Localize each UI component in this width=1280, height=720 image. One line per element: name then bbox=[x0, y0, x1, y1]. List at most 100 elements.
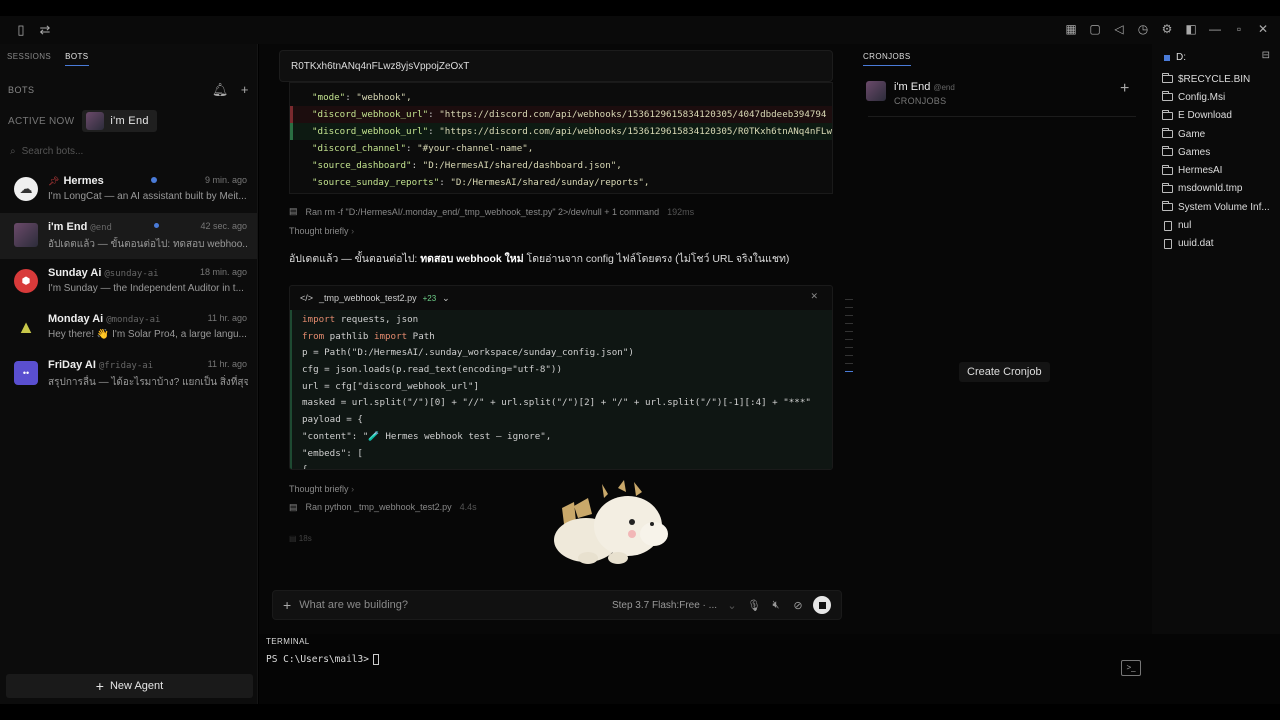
bot-preview: Hey there! 👋 I'm Solar Pro4, a large lan… bbox=[48, 329, 247, 340]
bot-time: 11 hr. ago bbox=[207, 313, 247, 323]
bot-name: Sunday Ai bbox=[48, 267, 102, 279]
message-composer: + What are we building? Step 3.7 Flash:F… bbox=[272, 590, 842, 620]
new-agent-button[interactable]: + New Agent bbox=[6, 674, 253, 698]
thought-toggle[interactable]: Thought briefly › bbox=[289, 226, 354, 236]
folder-icon bbox=[1162, 91, 1173, 102]
bot-item-hermes[interactable]: ☁ 📌︎ Hermes 9 min. ago I'm LongCat — an A… bbox=[0, 167, 257, 213]
thought-toggle[interactable]: Thought briefly › bbox=[289, 484, 354, 494]
diff-line-added: "discord_webhook_url": "https://discord.… bbox=[290, 123, 832, 140]
diff-line: "discord_channel": "#your-channel-name", bbox=[312, 143, 534, 154]
folder-icon bbox=[1162, 164, 1173, 175]
avatar bbox=[86, 112, 105, 130]
chevron-right-icon: › bbox=[351, 226, 355, 236]
lines-added-badge: +23 bbox=[422, 293, 437, 303]
minimize-icon[interactable]: — bbox=[1208, 22, 1222, 36]
folder-item[interactable]: Games bbox=[1162, 143, 1270, 161]
add-bot-icon[interactable]: + bbox=[241, 82, 249, 98]
code-line: "content": "🧪 Hermes webhook test — igno… bbox=[302, 430, 552, 442]
clock-icon[interactable]: ◷ bbox=[1136, 22, 1150, 36]
code-edit-card: </> _tmp_webhook_test2.py +23 ⌄ ✕ import… bbox=[289, 285, 833, 470]
bot-item-im-end[interactable]: i'm End @end 42 sec. ago อัปเดตแล้ว — ขั้… bbox=[0, 213, 257, 259]
bot-name: Monday Ai bbox=[48, 313, 104, 325]
tab-bots[interactable]: BOTS bbox=[65, 52, 89, 66]
bot-item-monday-ai[interactable]: ▲ Monday Ai @monday-ai 11 hr. ago Hey the… bbox=[0, 305, 257, 351]
message-input[interactable]: What are we building? bbox=[299, 599, 604, 611]
root-drive[interactable]: D: bbox=[1164, 52, 1186, 63]
file-list: $RECYCLE.BIN Config.Msi E Download Game … bbox=[1162, 70, 1270, 253]
bot-search[interactable]: ⌕ Search bots... bbox=[0, 132, 257, 157]
folder-icon bbox=[1162, 73, 1173, 84]
minimap[interactable] bbox=[845, 299, 853, 379]
attach-icon[interactable]: + bbox=[283, 597, 291, 613]
chat-icon[interactable]: ▢ bbox=[1088, 22, 1102, 36]
bot-preview: สรุปการลื่น — ได้อะไรมาบ้าง? แยกเป็น สิ่… bbox=[48, 377, 248, 388]
terminal-icon: ▤ bbox=[289, 206, 298, 216]
gear-icon[interactable]: ⚙ bbox=[1160, 22, 1174, 36]
folder-item[interactable]: msdownld.tmp bbox=[1162, 180, 1270, 198]
add-cronjob-icon[interactable]: + bbox=[1120, 80, 1129, 98]
bot-item-sunday-ai[interactable]: ⬢ Sunday Ai @sunday-ai 18 min. ago I'm Su… bbox=[0, 259, 257, 305]
speaker-icon[interactable]: ◁ bbox=[1112, 22, 1126, 36]
tool-run-summary[interactable]: ▤ Ran python _tmp_webhook_test2.py 4.4s bbox=[289, 502, 477, 513]
folder-icon bbox=[1162, 109, 1173, 120]
folder-item[interactable]: System Volume Inf... bbox=[1162, 198, 1270, 216]
folder-item[interactable]: E Download bbox=[1162, 107, 1270, 125]
hover-tooltip: R0TKxh6tnANq4nFLwz8yjsVppojZeOxT bbox=[279, 50, 833, 82]
code-block: import requests, json from pathlib impor… bbox=[290, 310, 832, 469]
chevron-down-icon[interactable]: ⌄ bbox=[725, 599, 739, 612]
config-diff: "mode": "webhook", "discord_webhook_url"… bbox=[289, 82, 833, 194]
stop-button[interactable] bbox=[813, 596, 831, 614]
bot-name: Hermes bbox=[63, 175, 104, 187]
close-icon[interactable]: ✕ bbox=[810, 291, 818, 302]
terminal-prompt[interactable]: PS C:\Users\mail3> bbox=[266, 654, 379, 665]
code-filename[interactable]: _tmp_webhook_test2.py bbox=[319, 293, 417, 303]
code-line: masked = url.split("/")[0] + "//" + url.… bbox=[302, 397, 811, 409]
file-item[interactable]: uuid.dat bbox=[1162, 235, 1270, 253]
search-input[interactable]: Search bots... bbox=[22, 146, 84, 157]
layout-icon[interactable]: ▦ bbox=[1064, 22, 1078, 36]
bot-list: ☁ 📌︎ Hermes 9 min. ago I'm LongCat — an A… bbox=[0, 167, 257, 397]
tab-sessions[interactable]: SESSIONS bbox=[7, 52, 51, 66]
microphone-icon[interactable]: 🎙︎ bbox=[747, 599, 761, 612]
tab-cronjobs[interactable]: CRONJOBS bbox=[863, 52, 911, 66]
folder-item[interactable]: $RECYCLE.BIN bbox=[1162, 70, 1270, 88]
chevron-right-icon: › bbox=[351, 484, 355, 494]
bell-icon[interactable]: 🔔︎ bbox=[212, 82, 229, 98]
cron-bot-name: i'm End bbox=[894, 81, 931, 93]
file-item[interactable]: nul bbox=[1162, 216, 1270, 234]
folder-item[interactable]: Config.Msi bbox=[1162, 88, 1270, 106]
create-cronjob-button[interactable]: Create Cronjob bbox=[959, 362, 1050, 382]
cron-bot-handle: @end bbox=[933, 83, 955, 92]
diff-line-removed: "discord_webhook_url": "https://discord.… bbox=[290, 106, 832, 123]
disable-icon[interactable]: ⊘ bbox=[791, 599, 805, 612]
terminal-panel[interactable]: TERMINAL PS C:\Users\mail3> >_ bbox=[259, 634, 1280, 704]
bot-handle: @sunday-ai bbox=[104, 269, 159, 279]
sidebar-toggle-icon[interactable]: ▯ bbox=[14, 22, 28, 38]
bot-preview: I'm Sunday — the Independent Auditor in … bbox=[48, 283, 244, 294]
panel-icon[interactable]: ◧ bbox=[1184, 22, 1198, 36]
terminal-toggle-icon[interactable]: >_ bbox=[1121, 660, 1141, 676]
folder-item[interactable]: HermesAI bbox=[1162, 161, 1270, 179]
bot-time: 11 hr. ago bbox=[207, 359, 247, 369]
swap-icon[interactable]: ⇄ bbox=[38, 22, 52, 38]
chevron-down-icon[interactable]: ⌄ bbox=[442, 293, 450, 304]
close-icon[interactable]: ✕ bbox=[1256, 22, 1270, 36]
mute-icon[interactable]: 🔇︎ bbox=[769, 599, 783, 612]
folder-icon bbox=[1162, 128, 1173, 139]
tool-run-summary[interactable]: ▤ Ran rm -f "D:/HermesAI/.monday_end/_tm… bbox=[289, 206, 694, 217]
code-line: import requests, json bbox=[302, 314, 419, 325]
collapse-icon[interactable]: ⊟ bbox=[1262, 50, 1270, 61]
bot-time: 42 sec. ago bbox=[200, 221, 247, 231]
model-selector[interactable]: Step 3.7 Flash:Free · ... bbox=[612, 600, 717, 611]
code-line: cfg = json.loads(p.read_text(encoding="u… bbox=[302, 364, 562, 376]
folder-item[interactable]: Game bbox=[1162, 125, 1270, 143]
stop-icon bbox=[818, 601, 826, 609]
text-cursor bbox=[372, 654, 379, 665]
tab-terminal[interactable]: TERMINAL bbox=[266, 637, 310, 646]
maximize-icon[interactable]: ▫ bbox=[1232, 22, 1246, 36]
cron-bot-entry[interactable]: i'm End @end CRONJOBS bbox=[866, 79, 955, 106]
active-now-label: ACTIVE NOW bbox=[8, 115, 75, 127]
active-bot-chip[interactable]: i'm End bbox=[82, 110, 157, 132]
bot-item-friday-ai[interactable]: •• FriDay AI @friday-ai 11 hr. ago สรุปกา… bbox=[0, 351, 257, 397]
file-icon bbox=[1164, 238, 1172, 249]
